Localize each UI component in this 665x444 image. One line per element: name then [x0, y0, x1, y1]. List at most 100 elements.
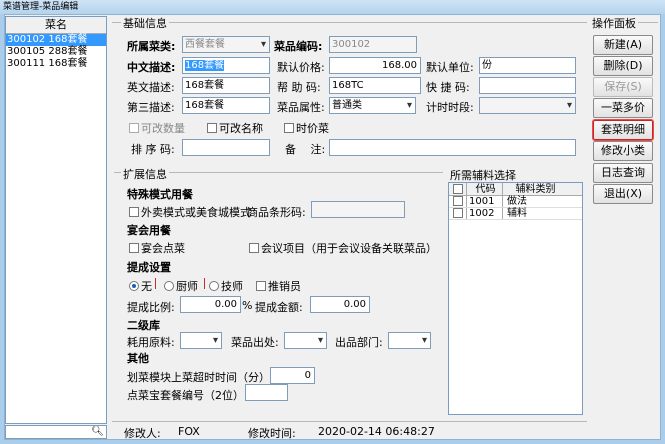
chk-time-price[interactable]: 时价菜	[284, 120, 329, 136]
table-row[interactable]: 1002 辅料	[449, 208, 582, 220]
quick-code-input[interactable]	[479, 77, 576, 94]
chk-banquet-order[interactable]: 宴会点菜	[129, 240, 185, 256]
attr-label: 菜品属性:	[277, 101, 325, 114]
amount-label: 提成金额:	[255, 301, 303, 314]
unit-label: 默认单位:	[426, 61, 474, 74]
dept-label: 出品部门:	[335, 336, 383, 349]
note-label: 备 注:	[285, 143, 326, 156]
table-row[interactable]: 1001 做法	[449, 196, 582, 208]
save-button: 保存(S)	[593, 77, 653, 97]
radio-none[interactable]: 无	[129, 278, 152, 294]
radio-icon[interactable]	[164, 281, 174, 291]
dept-select[interactable]	[388, 332, 431, 349]
en-desc-label: 英文描述:	[127, 81, 175, 94]
list-item[interactable]: 300105 288套餐	[6, 46, 106, 58]
checkbox-icon	[129, 123, 139, 133]
quick-code-label: 快 捷 码:	[426, 81, 470, 94]
help-code-label: 帮 助 码:	[277, 81, 321, 94]
chk-salesman[interactable]: 推销员	[256, 278, 301, 294]
new-button[interactable]: 新建(A)	[593, 35, 653, 55]
ratio-label: 提成比例:	[127, 301, 175, 314]
window-title: 菜谱管理-菜品编辑	[3, 2, 79, 12]
sort-code-input[interactable]	[182, 139, 270, 156]
radio-chef[interactable]: 厨师	[164, 278, 198, 294]
material-label: 耗用原料:	[127, 336, 175, 349]
cn-desc-label: 中文描述:	[127, 61, 176, 74]
dish-search-input[interactable]: 🔍︎	[5, 425, 107, 439]
chk-editable-name[interactable]: 可改名称	[207, 120, 263, 136]
code-field: 300102	[329, 36, 417, 53]
basic-section-title: 基础信息	[121, 15, 169, 31]
third-desc-label: 第三描述:	[127, 101, 175, 114]
special-mode-title: 特殊模式用餐	[127, 188, 193, 201]
chk-takeout-mode[interactable]: 外卖模式或美食城模式	[129, 204, 251, 220]
checkbox-icon[interactable]	[129, 207, 139, 217]
radio-tech[interactable]: 技师	[209, 278, 243, 294]
ext-section-title: 扩展信息	[121, 166, 169, 182]
aux-code-cell: 1002	[466, 208, 494, 219]
checkbox-icon[interactable]	[284, 123, 294, 133]
help-code-input[interactable]: 168TC	[329, 77, 421, 94]
ops-title: 操作面板	[590, 15, 638, 31]
aux-title: 所需辅料选择	[450, 169, 516, 182]
outlet-label: 菜品出处:	[231, 336, 279, 349]
en-desc-input[interactable]: 168套餐	[182, 77, 270, 94]
aux-select-all-checkbox[interactable]	[451, 183, 465, 195]
aux-code-cell: 1001	[466, 196, 494, 207]
aux-col-code[interactable]: 代码	[466, 183, 502, 195]
material-select[interactable]	[180, 332, 222, 349]
set-detail-button[interactable]: 套菜明细	[592, 119, 654, 141]
checkbox-icon[interactable]	[129, 243, 139, 253]
edit-subcategory-button[interactable]: 修改小类	[593, 141, 653, 161]
exit-button[interactable]: 退出(X)	[593, 184, 653, 204]
dish-list-header[interactable]: 菜名	[6, 17, 106, 34]
search-icon[interactable]: 🔍︎	[91, 426, 104, 438]
attr-select[interactable]: 普通类	[329, 97, 416, 114]
aux-col-type[interactable]: 辅料类别	[502, 183, 566, 195]
ratio-unit: %	[242, 299, 253, 312]
checkbox-icon[interactable]	[207, 123, 217, 133]
chk-editable-qty: 可改数量	[129, 120, 185, 136]
set-no-label: 点菜宝套餐编号（2位）:	[127, 389, 248, 402]
price-input[interactable]: 168.00	[329, 57, 421, 74]
aux-grid[interactable]: 代码 辅料类别 1001 做法 1002 辅料	[448, 182, 583, 415]
note-input[interactable]	[329, 139, 576, 156]
unit-input[interactable]: 份	[479, 57, 576, 74]
basic-section-border	[112, 22, 587, 23]
delete-button[interactable]: 删除(D)	[593, 56, 653, 76]
commission-title: 提成设置	[127, 261, 171, 274]
third-desc-input[interactable]: 168套餐	[182, 97, 270, 114]
category-label: 所属菜类:	[127, 40, 176, 53]
modify-time-value: 2020-02-14 06:48:27	[318, 425, 435, 438]
ratio-input[interactable]: 0.00	[180, 296, 241, 313]
radio-selected-icon[interactable]	[129, 281, 139, 291]
outlet-select[interactable]	[284, 332, 327, 349]
sort-code-label: 排 序 码:	[131, 143, 175, 156]
dish-list[interactable]: 菜名 300102 168套餐 300105 288套餐 300111 168套…	[5, 16, 107, 424]
chk-meeting-item[interactable]: 会议项目（用于会议设备关联菜品）	[249, 240, 437, 256]
period-select	[479, 97, 576, 114]
list-item[interactable]: 300111 168套餐	[6, 58, 106, 70]
banquet-title: 宴会用餐	[127, 224, 171, 237]
aux-type-cell: 做法	[502, 196, 527, 207]
barcode-input	[311, 201, 405, 218]
checkbox-icon[interactable]	[256, 281, 266, 291]
category-select: 西餐套餐	[182, 36, 270, 53]
cn-desc-input[interactable]: 168套餐	[182, 57, 270, 74]
checkbox-icon[interactable]	[249, 243, 259, 253]
timeout-input[interactable]: 0	[270, 367, 315, 384]
amount-input[interactable]: 0.00	[310, 296, 370, 313]
separator	[204, 278, 205, 289]
separator	[155, 278, 156, 289]
footer-divider	[112, 421, 587, 422]
modifier-value: FOX	[178, 425, 200, 438]
list-item[interactable]: 300102 168套餐	[6, 34, 106, 46]
log-query-button[interactable]: 日志查询	[593, 163, 653, 183]
row-checkbox[interactable]	[451, 208, 465, 219]
row-checkbox[interactable]	[451, 196, 465, 207]
period-label: 计时时段:	[426, 101, 474, 114]
set-no-input[interactable]	[245, 384, 288, 401]
timeout-label: 划菜模块上菜超时时间（分）:	[127, 371, 274, 384]
multi-price-button[interactable]: 一菜多价	[593, 98, 653, 118]
radio-icon[interactable]	[209, 281, 219, 291]
